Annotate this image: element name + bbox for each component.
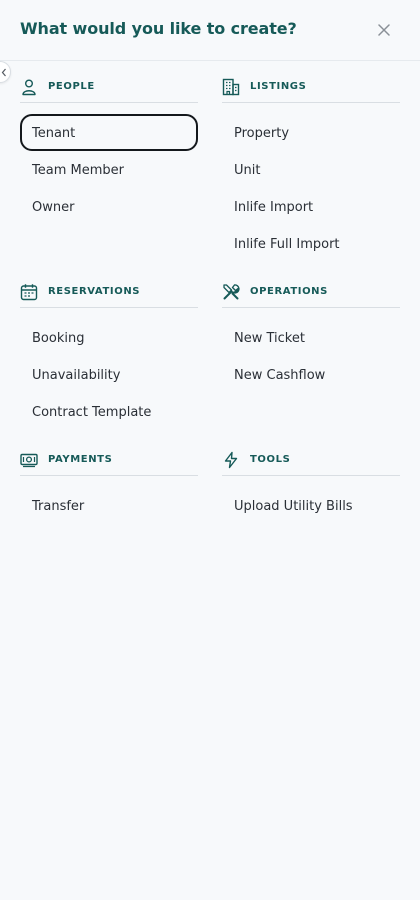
section-people: PEOPLE Tenant Team Member Owner (20, 78, 198, 225)
create-property[interactable]: Property (222, 114, 400, 151)
section-header: PAYMENTS (20, 451, 198, 476)
section-listings: LISTINGS Property Unit Inlife Import Inl… (222, 78, 400, 262)
create-panel: What would you like to create? PEOPLE Te… (0, 0, 420, 900)
chevron-left-icon (1, 68, 6, 77)
section-label: RESERVATIONS (48, 286, 141, 297)
close-icon[interactable] (376, 22, 392, 38)
item-list: Tenant Team Member Owner (20, 114, 198, 225)
section-header: LISTINGS (222, 78, 400, 103)
section-label: LISTINGS (250, 81, 307, 92)
item-list: Upload Utility Bills (222, 487, 400, 524)
page-title: What would you like to create? (20, 19, 297, 38)
section-operations: OPERATIONS New Ticket New Cashflow (222, 283, 400, 393)
banknote-icon (20, 451, 38, 469)
calendar-icon (20, 283, 38, 301)
create-inlife-full-import[interactable]: Inlife Full Import (222, 225, 400, 262)
panel-header: What would you like to create? (0, 0, 420, 61)
create-inlife-import[interactable]: Inlife Import (222, 188, 400, 225)
item-list: New Ticket New Cashflow (222, 319, 400, 393)
create-new-cashflow[interactable]: New Cashflow (222, 356, 400, 393)
building-icon (222, 78, 240, 96)
create-contract-template[interactable]: Contract Template (20, 393, 198, 430)
section-header: PEOPLE (20, 78, 198, 103)
create-tenant[interactable]: Tenant (20, 114, 198, 151)
lightning-icon (222, 451, 240, 469)
section-header: TOOLS (222, 451, 400, 476)
create-owner[interactable]: Owner (20, 188, 198, 225)
section-payments: PAYMENTS Transfer (20, 451, 198, 524)
section-label: PAYMENTS (48, 454, 113, 465)
create-unit[interactable]: Unit (222, 151, 400, 188)
item-list: Property Unit Inlife Import Inlife Full … (222, 114, 400, 262)
create-upload-utility-bills[interactable]: Upload Utility Bills (222, 487, 400, 524)
item-list: Booking Unavailability Contract Template (20, 319, 198, 430)
collapse-handle[interactable] (0, 61, 11, 83)
section-header: OPERATIONS (222, 283, 400, 308)
section-label: OPERATIONS (250, 286, 328, 297)
item-list: Transfer (20, 487, 198, 524)
section-label: TOOLS (250, 454, 291, 465)
create-unavailability[interactable]: Unavailability (20, 356, 198, 393)
section-tools: TOOLS Upload Utility Bills (222, 451, 400, 524)
create-team-member[interactable]: Team Member (20, 151, 198, 188)
create-booking[interactable]: Booking (20, 319, 198, 356)
create-new-ticket[interactable]: New Ticket (222, 319, 400, 356)
create-transfer[interactable]: Transfer (20, 487, 198, 524)
tools-icon (222, 283, 240, 301)
section-label: PEOPLE (48, 81, 95, 92)
section-reservations: RESERVATIONS Booking Unavailability Cont… (20, 283, 198, 430)
person-icon (20, 78, 38, 96)
section-header: RESERVATIONS (20, 283, 198, 308)
